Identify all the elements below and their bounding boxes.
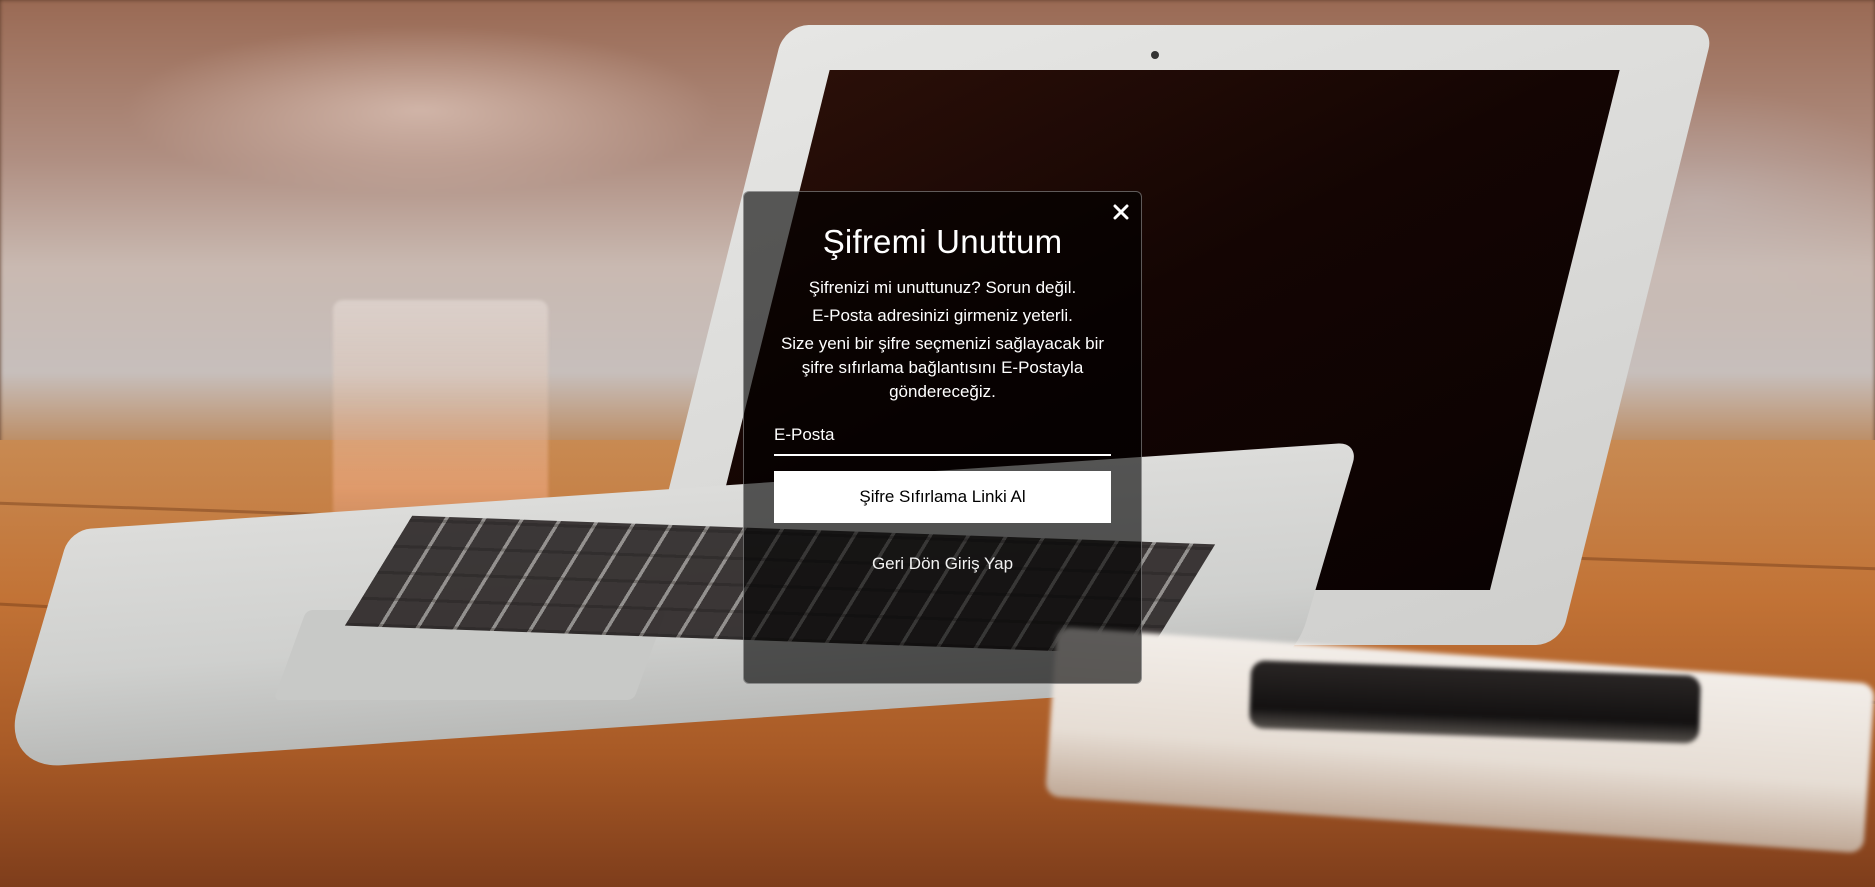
back-to-login-link[interactable]: Geri Dön Giriş Yap bbox=[872, 554, 1013, 574]
page: Şifremi Unuttum Şifrenizi mi unuttunuz? … bbox=[0, 0, 1875, 887]
modal-title: Şifremi Unuttum bbox=[822, 223, 1063, 260]
close-button[interactable] bbox=[1109, 200, 1133, 224]
forgot-password-modal: Şifremi Unuttum Şifrenizi mi unuttunuz? … bbox=[743, 191, 1142, 684]
info-line-1: Şifrenizi mi unuttunuz? Sorun değil. bbox=[808, 278, 1077, 297]
email-field[interactable] bbox=[774, 425, 1111, 456]
info-line-2: E-Posta adresinizi girmeniz yeterli. bbox=[812, 306, 1073, 325]
close-icon bbox=[1113, 204, 1129, 220]
laptop-camera bbox=[1151, 51, 1159, 59]
email-field-wrapper bbox=[774, 425, 1111, 456]
info-line-3: Size yeni bir şifre seçmenizi sağlayacak… bbox=[780, 334, 1105, 401]
reset-link-button[interactable]: Şifre Sıfırlama Linki Al bbox=[774, 471, 1111, 523]
